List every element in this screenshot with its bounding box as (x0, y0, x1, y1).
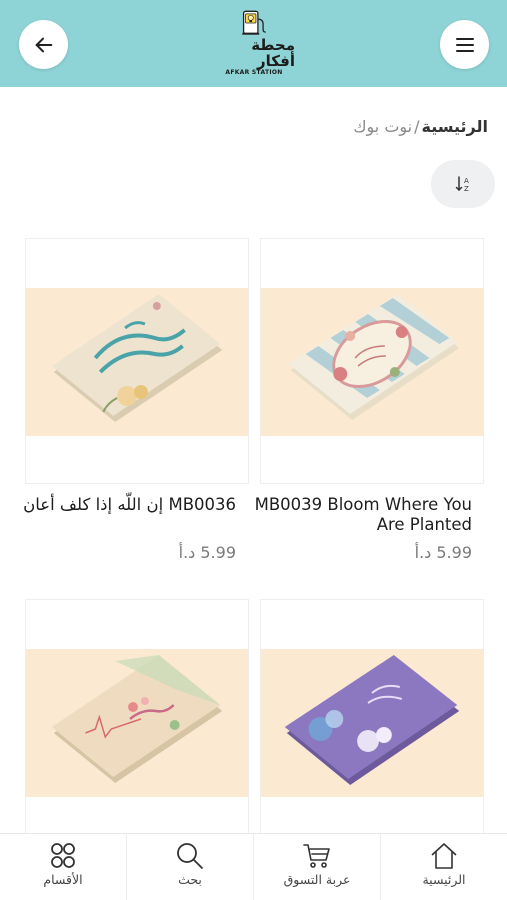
breadcrumb-current: نوت بوك (353, 117, 413, 136)
menu-button[interactable] (440, 20, 489, 69)
bottom-navigation: الرئيسية عربة التسوق بحث الأقسام (0, 833, 507, 900)
breadcrumb-home[interactable]: الرئيسية (422, 117, 489, 136)
brand-logo[interactable]: محطة أفكار AFKAR STATION (213, 10, 295, 76)
product-image[interactable] (26, 649, 248, 797)
product-price: 5.99 د.أ (414, 543, 472, 562)
nav-home[interactable]: الرئيسية (380, 834, 507, 900)
idea-station-icon (242, 10, 266, 35)
app-header: محطة أفكار AFKAR STATION (0, 0, 507, 87)
nav-search-label: بحث (178, 872, 202, 887)
nav-home-label: الرئيسية (422, 872, 466, 887)
nav-cart[interactable]: عربة التسوق (253, 834, 380, 900)
sort-button[interactable]: A Z (431, 160, 495, 208)
product-name[interactable]: MB0039 Bloom Where You Are Planted (248, 495, 472, 535)
notebook-image (261, 649, 483, 797)
notebook-image (26, 649, 248, 797)
arrow-left-icon (35, 37, 52, 52)
product-image[interactable] (261, 649, 483, 797)
notebook-image (261, 288, 483, 436)
notebook-image (26, 288, 248, 436)
nav-cart-label: عربة التسوق (283, 872, 351, 887)
categories-icon (51, 843, 75, 868)
product-card[interactable] (25, 238, 249, 484)
product-name[interactable]: MB0036 إن اللّه إذا كلف أعان (12, 495, 236, 515)
svg-text:Z: Z (464, 185, 469, 193)
nav-categories[interactable]: الأقسام (0, 834, 126, 900)
logo-subtitle: AFKAR STATION (225, 69, 283, 76)
nav-search[interactable]: بحث (126, 834, 253, 900)
hamburger-menu-icon (455, 37, 474, 52)
product-image[interactable] (261, 288, 483, 436)
svg-text:A: A (464, 177, 469, 185)
product-image[interactable] (26, 288, 248, 436)
logo-text: محطة أفكار (251, 36, 295, 70)
sort-az-icon: A Z (455, 176, 469, 193)
product-price: 5.99 د.أ (178, 543, 236, 562)
breadcrumb: الرئيسية/نوت بوك (353, 117, 488, 136)
home-icon (431, 843, 457, 869)
back-button[interactable] (19, 20, 68, 69)
product-card[interactable] (260, 599, 484, 845)
product-card[interactable] (260, 238, 484, 484)
breadcrumb-separator: / (414, 117, 420, 136)
cart-icon (303, 844, 330, 868)
product-card[interactable] (25, 599, 249, 845)
nav-categories-label: الأقسام (43, 872, 83, 887)
search-icon (177, 843, 203, 869)
